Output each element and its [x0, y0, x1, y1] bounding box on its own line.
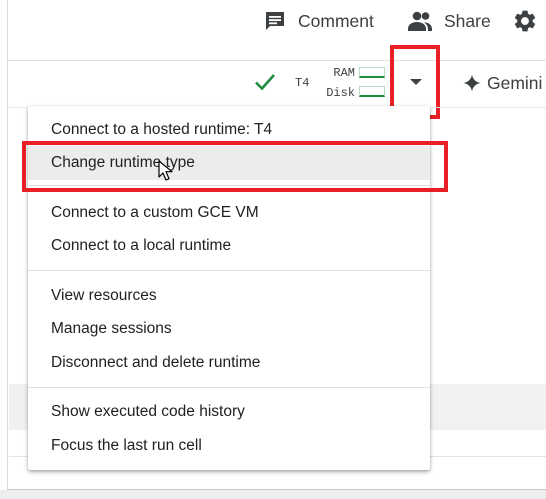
comment-label: Comment — [298, 10, 374, 31]
disk-label: Disk — [326, 86, 355, 100]
gemini-button[interactable]: Gemini — [463, 70, 542, 96]
header-divider — [8, 60, 546, 61]
ram-label: RAM — [333, 66, 355, 80]
menu-separator — [28, 270, 430, 271]
share-button[interactable]: Share — [407, 6, 491, 36]
gpu-label: T4 — [295, 76, 310, 90]
menu-item-disconnect-delete[interactable]: Disconnect and delete runtime — [28, 346, 430, 380]
ram-meter[interactable] — [359, 67, 385, 78]
menu-item-highlight-box — [22, 141, 448, 192]
menu-item-view-resources[interactable]: View resources — [28, 279, 430, 313]
menu-item-focus-last-cell[interactable]: Focus the last run cell — [28, 429, 430, 463]
menu-item-show-history[interactable]: Show executed code history — [28, 395, 430, 429]
window-left-border — [7, 0, 8, 490]
comment-button[interactable]: Comment — [263, 6, 374, 36]
disk-meter[interactable] — [359, 86, 385, 97]
gemini-label: Gemini — [487, 72, 543, 93]
gear-icon — [514, 10, 536, 32]
sparkle-icon — [463, 74, 481, 92]
bottom-margin — [0, 490, 546, 499]
people-icon — [408, 11, 432, 31]
comment-icon — [266, 12, 284, 30]
settings-button[interactable] — [512, 8, 538, 34]
share-label: Share — [444, 10, 491, 31]
check-icon — [255, 74, 275, 91]
menu-item-connect-gce-vm[interactable]: Connect to a custom GCE VM — [28, 196, 430, 230]
menu-item-connect-local[interactable]: Connect to a local runtime — [28, 229, 430, 263]
menu-separator — [28, 387, 430, 388]
menu-item-manage-sessions[interactable]: Manage sessions — [28, 312, 430, 346]
mouse-cursor-icon — [158, 160, 173, 181]
